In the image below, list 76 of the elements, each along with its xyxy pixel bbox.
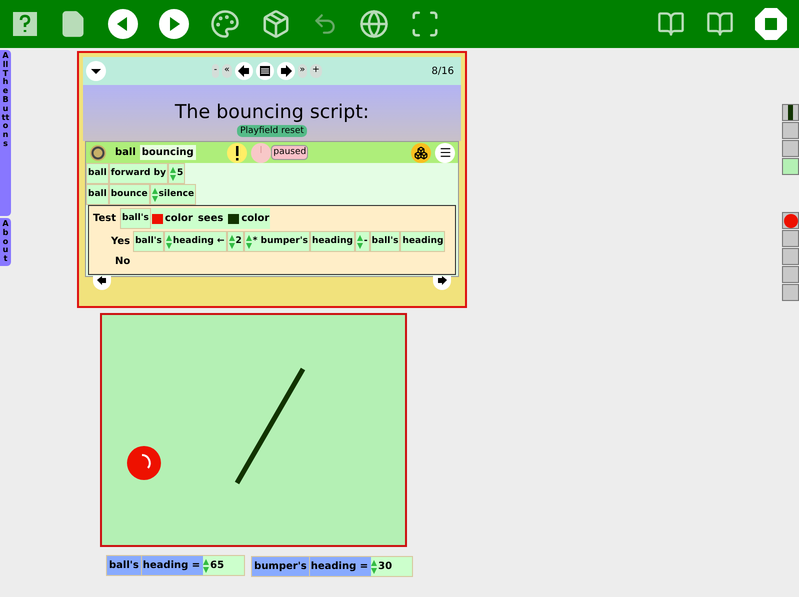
test-label: Test bbox=[92, 212, 118, 226]
script-tile[interactable]: ball bbox=[86, 163, 109, 184]
up-down-arrows-icon[interactable] bbox=[246, 234, 252, 248]
bar-thumbnail[interactable] bbox=[782, 104, 799, 121]
status-pill[interactable]: paused bbox=[271, 144, 308, 160]
no-label: No bbox=[114, 255, 132, 269]
watcher-value-field[interactable]: 30 bbox=[371, 557, 412, 576]
script-tile[interactable]: ball's bbox=[133, 231, 164, 252]
watcher-object: ball's bbox=[107, 556, 142, 575]
up-down-arrows-icon[interactable] bbox=[203, 558, 210, 572]
thumbnail-button[interactable] bbox=[782, 248, 799, 265]
up-down-arrows-icon[interactable] bbox=[371, 560, 378, 574]
next-page-icon[interactable] bbox=[433, 276, 451, 290]
bumper-line[interactable] bbox=[234, 367, 306, 485]
nav-button[interactable]: « bbox=[222, 64, 232, 78]
up-down-arrows-icon[interactable] bbox=[228, 234, 235, 248]
page-indicator: 8/16 bbox=[430, 64, 455, 78]
dropdown-icon[interactable] bbox=[86, 61, 106, 81]
page-title: The bouncing script: bbox=[174, 101, 370, 123]
globe-icon[interactable] bbox=[359, 9, 389, 39]
playfield-reset-button[interactable]: Playfield reset bbox=[237, 125, 307, 137]
script-tile[interactable]: color bbox=[150, 208, 194, 229]
script-name-field[interactable]: bouncing bbox=[140, 145, 196, 160]
paint-palette-icon[interactable] bbox=[210, 9, 240, 39]
thumbnail-button[interactable] bbox=[782, 284, 799, 301]
watcher-value-field[interactable]: 65 bbox=[203, 556, 244, 575]
watcher-object: bumper's bbox=[252, 557, 310, 576]
previous-page-icon[interactable] bbox=[93, 276, 111, 290]
script-tile[interactable]: silence bbox=[150, 184, 196, 205]
script-tile[interactable]: bounce bbox=[108, 184, 150, 205]
up-down-arrows-icon[interactable] bbox=[356, 234, 363, 248]
script-tile[interactable]: ball bbox=[86, 184, 109, 205]
script-tile[interactable]: 2 bbox=[226, 231, 244, 252]
up-down-arrows-icon[interactable] bbox=[152, 188, 158, 202]
script-tile[interactable]: heading bbox=[400, 231, 446, 252]
color-swatch[interactable] bbox=[228, 214, 240, 224]
thumbnail-button[interactable] bbox=[782, 230, 799, 247]
script-tile[interactable]: heading ← bbox=[164, 231, 227, 252]
script-tile[interactable]: 5 bbox=[168, 163, 186, 184]
nav-button[interactable]: » bbox=[298, 64, 308, 78]
ring-icon[interactable] bbox=[89, 144, 107, 162]
thumbnail-button[interactable] bbox=[782, 122, 799, 139]
playfield-thumbnail[interactable] bbox=[782, 158, 799, 175]
script-tile[interactable]: heading bbox=[310, 231, 355, 252]
fullscreen-icon[interactable] bbox=[410, 9, 440, 39]
ball-drawing[interactable] bbox=[126, 446, 162, 480]
script-tile[interactable]: color bbox=[227, 208, 270, 229]
menu-icon[interactable] bbox=[256, 62, 274, 80]
up-down-arrows-icon[interactable] bbox=[166, 234, 172, 248]
script-tile[interactable]: ball's bbox=[370, 231, 400, 252]
previous-icon[interactable] bbox=[108, 9, 138, 39]
exclamation-icon[interactable] bbox=[227, 142, 248, 162]
script-tile[interactable]: * bumper's bbox=[244, 231, 310, 252]
watcher-attribute: heading = bbox=[310, 557, 372, 576]
color-swatch[interactable] bbox=[152, 214, 163, 224]
up-down-arrows-icon[interactable] bbox=[170, 166, 176, 180]
blocks-icon[interactable] bbox=[411, 142, 431, 162]
thumbnail-button[interactable] bbox=[782, 266, 799, 283]
flap-tab[interactable]: About bbox=[0, 218, 11, 266]
script-tile[interactable]: - bbox=[354, 231, 370, 252]
tile-label: sees bbox=[194, 208, 228, 229]
watcher-attribute: heading = bbox=[142, 556, 204, 575]
script-tile[interactable]: ball's bbox=[120, 208, 151, 229]
nav-button[interactable]: - bbox=[212, 64, 220, 78]
box-icon[interactable] bbox=[261, 9, 291, 39]
nav-button[interactable]: + bbox=[310, 64, 322, 78]
help-icon[interactable] bbox=[12, 11, 38, 37]
yes-label: Yes bbox=[111, 235, 130, 249]
menu-icon[interactable] bbox=[435, 142, 455, 162]
flap-tab[interactable]: All The Buttons bbox=[0, 50, 11, 216]
stop-icon[interactable] bbox=[755, 8, 787, 40]
ball-thumbnail[interactable] bbox=[782, 212, 799, 229]
script-tile[interactable]: forward by bbox=[108, 163, 168, 184]
thumbnail-button[interactable] bbox=[782, 140, 799, 157]
player-name: ball bbox=[115, 146, 136, 160]
next-icon[interactable] bbox=[159, 9, 189, 39]
